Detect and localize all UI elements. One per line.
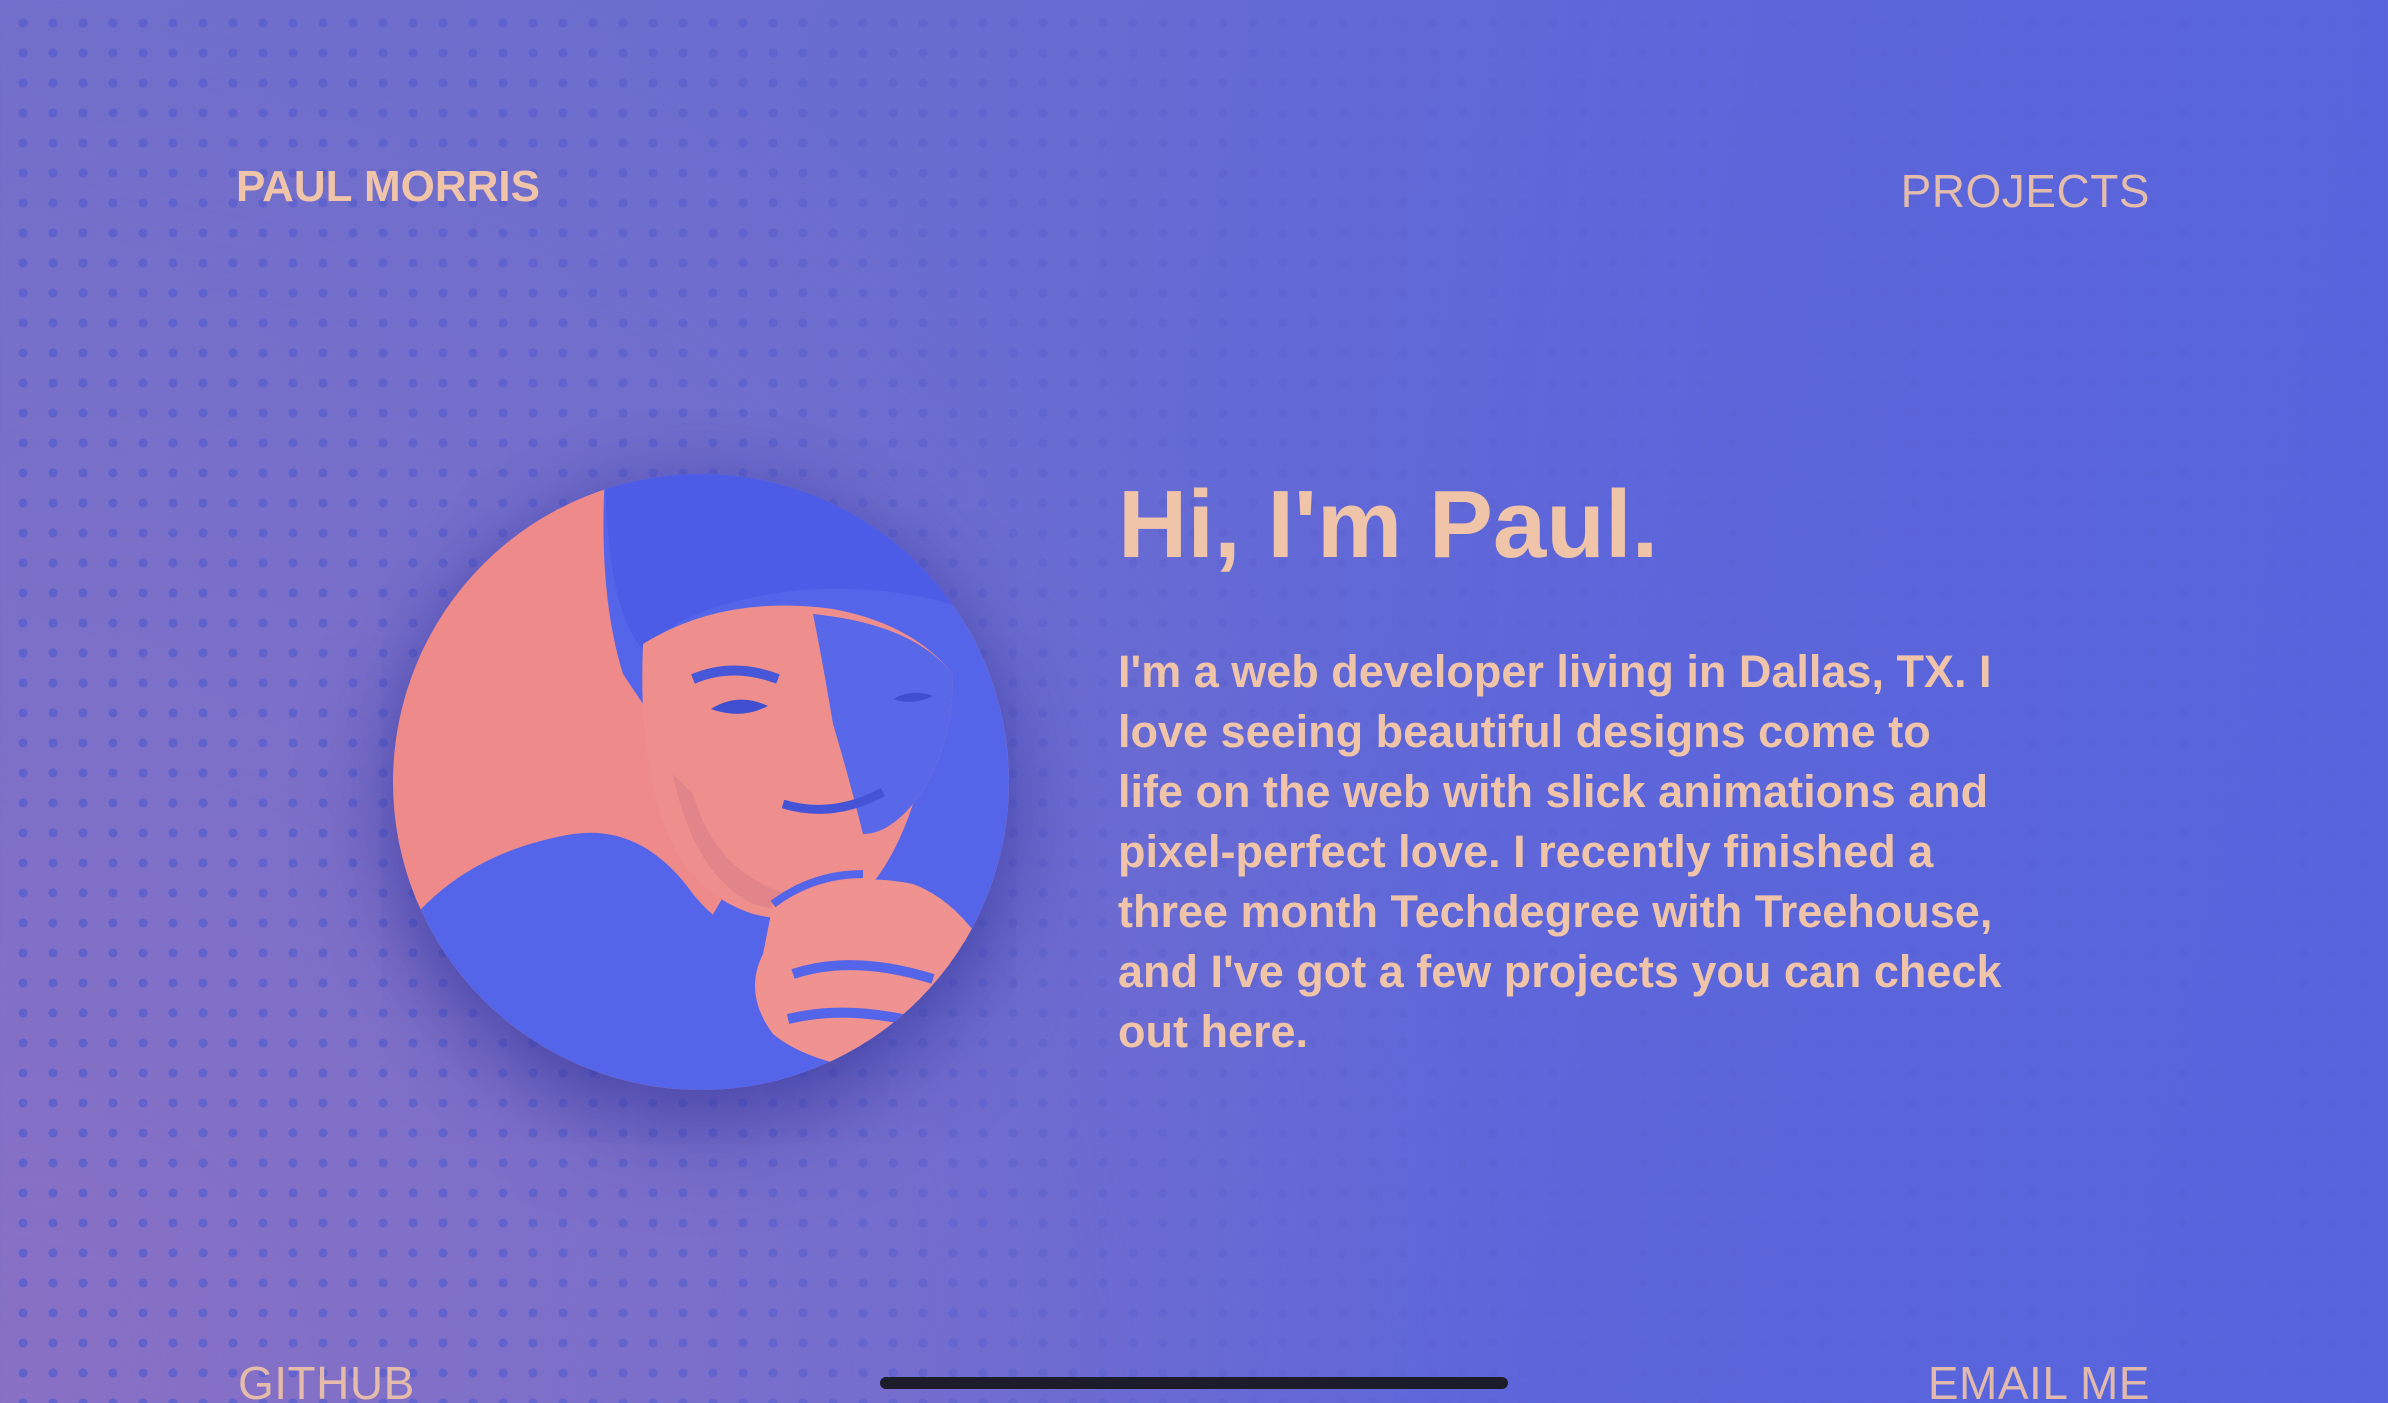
home-indicator-bar[interactable] bbox=[880, 1377, 1508, 1389]
github-link[interactable]: GITHUB bbox=[238, 1356, 415, 1403]
hero-bio: I'm a web developer living in Dallas, TX… bbox=[1118, 646, 2002, 1057]
email-me-link[interactable]: EMAIL ME bbox=[1928, 1356, 2150, 1403]
nav-projects-link[interactable]: PROJECTS bbox=[1901, 164, 2150, 218]
profile-photo bbox=[393, 474, 1009, 1090]
portrait-photo-icon bbox=[393, 474, 1009, 1090]
hero-headline: Hi, I'm Paul. bbox=[1118, 471, 1659, 578]
brand-name-link[interactable]: PAUL MORRIS bbox=[236, 162, 540, 212]
